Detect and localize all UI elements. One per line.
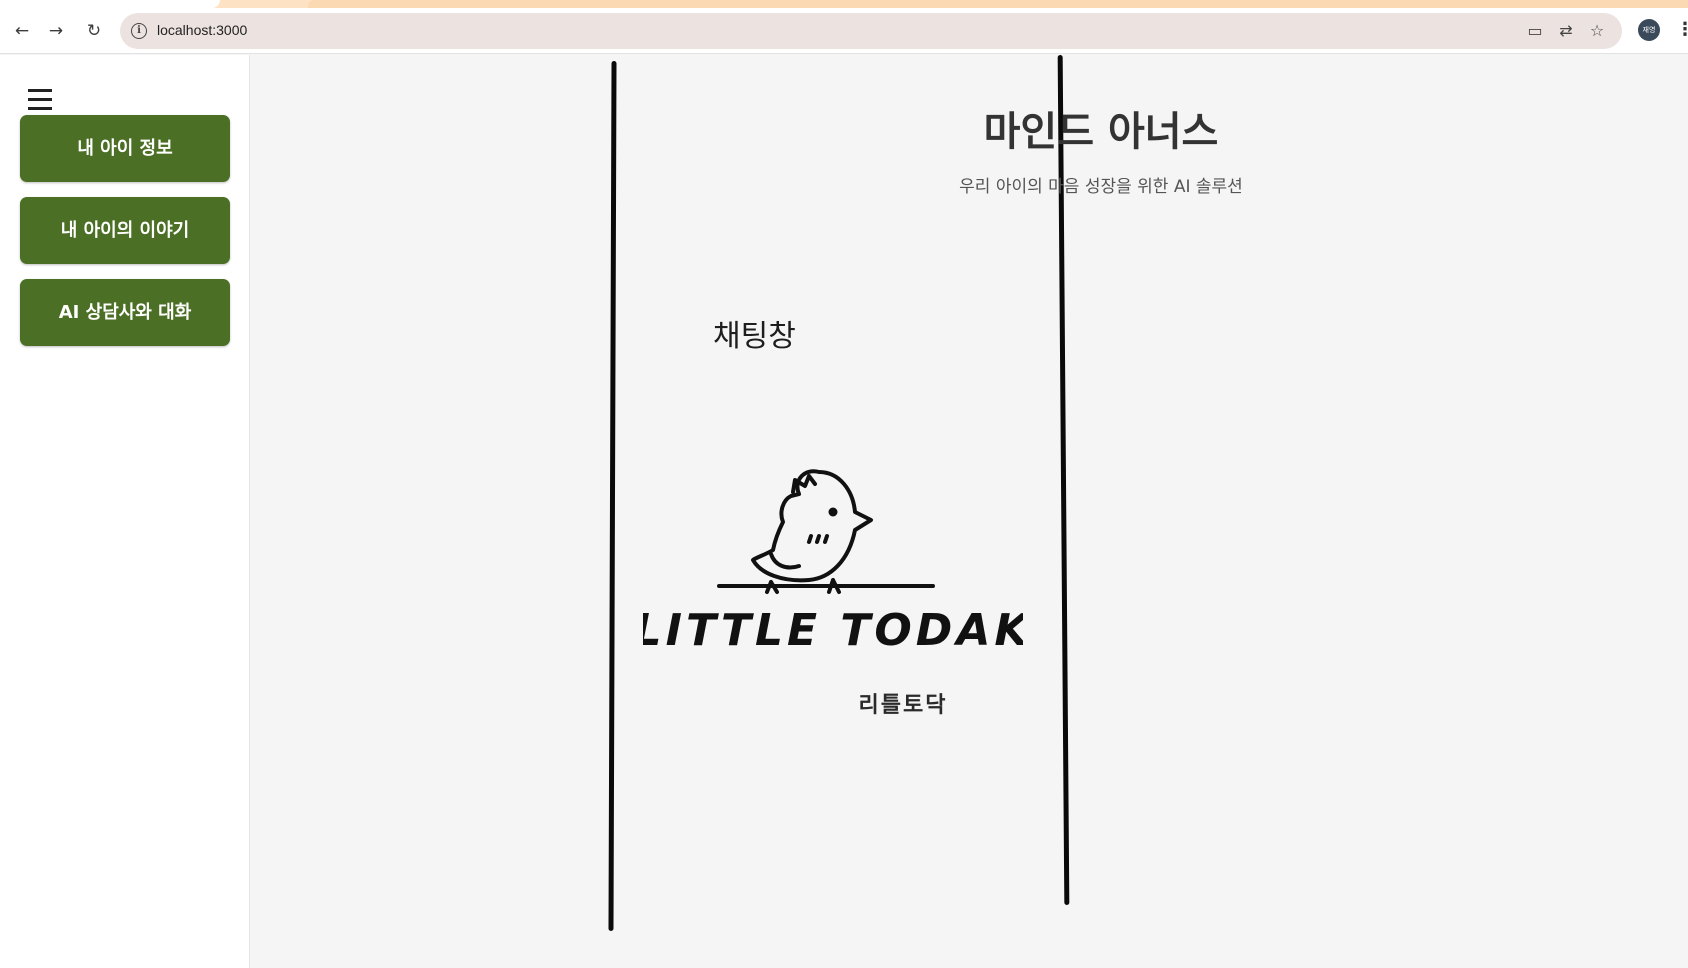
profile-avatar[interactable]: 재영 <box>1638 19 1660 41</box>
site-info-icon[interactable]: i <box>131 23 147 39</box>
sidebar-button-child-info[interactable]: 내 아이 정보 <box>20 115 230 182</box>
page-subtitle: 우리 아이의 마음 성장을 위한 AI 솔루션 <box>959 177 1243 197</box>
hamburger-icon[interactable] <box>28 89 54 111</box>
translate-icon[interactable]: ⇄ <box>1555 21 1577 41</box>
tab-strip <box>0 0 1688 8</box>
browser-menu-icon[interactable]: ⋮ <box>1676 18 1688 42</box>
chat-window-label: 채팅창 <box>713 319 796 354</box>
reload-icon[interactable]: ↻ <box>82 19 106 43</box>
back-icon[interactable]: ← <box>10 19 34 43</box>
address-bar[interactable]: i localhost:3000 ▭ ⇄ ☆ <box>120 13 1622 49</box>
sidebar-button-child-story[interactable]: 내 아이의 이야기 <box>20 197 230 264</box>
chick-eye <box>828 507 838 517</box>
sidebar: 내 아이 정보 내 아이의 이야기 AI 상담사와 대화 <box>0 55 250 968</box>
panel-left-border <box>608 60 617 932</box>
logo-korean-name: 리틀토닥 <box>858 693 948 718</box>
bookmark-star-icon[interactable]: ☆ <box>1586 21 1608 41</box>
little-todak-logo: LITTLE TODAK <box>643 469 1023 650</box>
forward-icon[interactable]: → <box>44 19 68 43</box>
active-tab[interactable] <box>0 0 220 8</box>
main-content: 마인드 아너스 우리 아이의 마음 성장을 위한 AI 솔루션 채팅창 LITT… <box>251 54 1688 968</box>
logo-wordmark: LITTLE TODAK <box>643 605 1023 650</box>
browser-toolbar: ← → ↻ i localhost:3000 ▭ ⇄ ☆ 재영 ⋮ <box>0 8 1688 54</box>
page-title: 마인드 아너스 <box>983 109 1219 155</box>
tab-inactive[interactable] <box>308 0 1688 8</box>
sidebar-button-ai-counselor[interactable]: AI 상담사와 대화 <box>20 279 230 346</box>
install-app-icon[interactable]: ▭ <box>1524 21 1546 41</box>
url-text[interactable]: localhost:3000 <box>157 22 247 38</box>
chick-icon <box>717 469 935 594</box>
